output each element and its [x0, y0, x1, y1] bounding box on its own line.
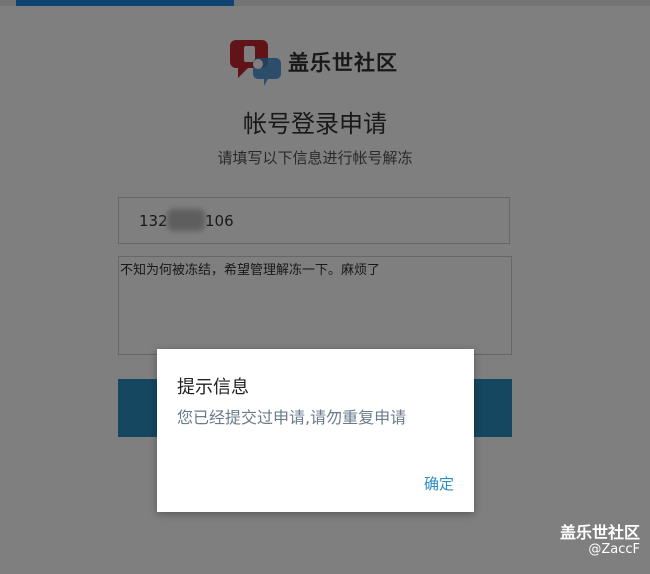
alert-dialog: 提示信息 您已经提交过申请,请勿重复申请 确定 [157, 349, 474, 512]
dialog-title: 提示信息 [177, 377, 249, 398]
dialog-message: 您已经提交过申请,请勿重复申请 [177, 408, 407, 427]
dialog-ok-button[interactable]: 确定 [424, 473, 454, 494]
watermark-user: @ZaccF [588, 542, 640, 557]
watermark-site-name: 盖乐世社区 [559, 523, 640, 542]
